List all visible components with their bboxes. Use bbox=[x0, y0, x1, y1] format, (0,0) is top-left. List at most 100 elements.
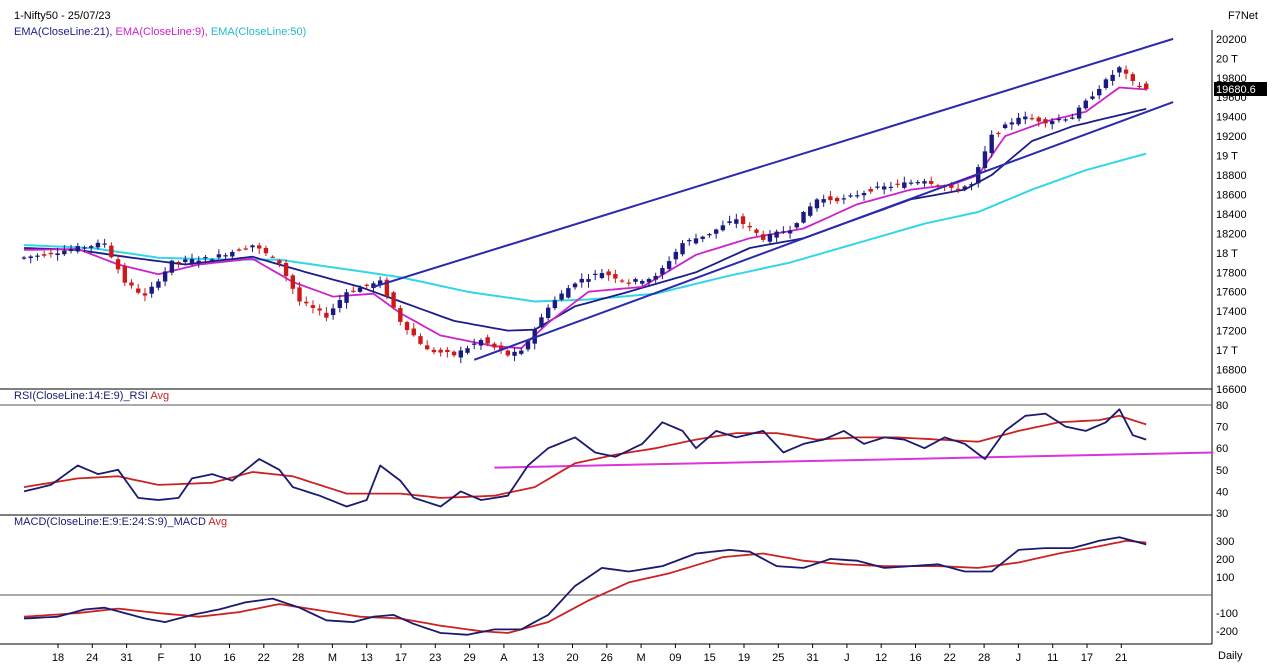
candle-78 bbox=[545, 304, 551, 321]
candle-3 bbox=[41, 250, 47, 258]
candle-16 bbox=[129, 279, 134, 289]
x-tick-21: 25 bbox=[772, 652, 784, 664]
stock-chart[interactable]: 2020020 T1980019600194001920019 T1880018… bbox=[0, 0, 1275, 672]
candle-121 bbox=[834, 196, 840, 204]
candle-58 bbox=[411, 323, 416, 337]
candle-67 bbox=[472, 338, 477, 350]
rsi-y-tick-1: 70 bbox=[1216, 422, 1228, 434]
candle-102 bbox=[707, 232, 712, 238]
candle-body bbox=[21, 257, 27, 259]
candle-body bbox=[572, 283, 578, 288]
price-y-tick-6: 19 T bbox=[1216, 151, 1238, 163]
candle-107 bbox=[740, 213, 746, 229]
candle-8 bbox=[75, 242, 80, 254]
candle-126 bbox=[868, 186, 873, 195]
candle-109 bbox=[754, 228, 759, 237]
candle-body bbox=[1023, 116, 1028, 120]
candle-body bbox=[969, 184, 974, 186]
candle-80 bbox=[559, 290, 564, 302]
candle-162 bbox=[1110, 69, 1115, 86]
candle-body bbox=[1144, 83, 1149, 90]
candle-122 bbox=[841, 194, 847, 205]
candle-0 bbox=[21, 255, 27, 260]
x-tick-27: 28 bbox=[978, 652, 990, 664]
candle-body bbox=[156, 281, 161, 288]
candle-125 bbox=[861, 190, 867, 201]
candle-body bbox=[848, 195, 853, 197]
candle-body bbox=[41, 254, 47, 256]
candle-body bbox=[552, 300, 558, 309]
candle-body bbox=[404, 322, 410, 331]
candle-82 bbox=[572, 282, 578, 290]
candle-body bbox=[425, 345, 430, 350]
candle-body bbox=[935, 185, 941, 187]
candle-106 bbox=[734, 213, 739, 229]
candle-45 bbox=[324, 307, 329, 322]
candle-56 bbox=[398, 305, 403, 326]
candle-body bbox=[223, 255, 228, 257]
candle-body bbox=[95, 242, 101, 248]
macd-line bbox=[23, 536, 1147, 636]
candle-body bbox=[727, 221, 732, 223]
x-tick-12: 29 bbox=[463, 652, 475, 664]
x-tick-0: 18 bbox=[52, 652, 64, 664]
candle-133 bbox=[915, 179, 920, 186]
candle-110 bbox=[761, 230, 766, 242]
candle-112 bbox=[774, 229, 779, 243]
candle-body bbox=[626, 282, 631, 284]
candle-94 bbox=[653, 272, 658, 284]
x-tick-29: 11 bbox=[1047, 652, 1058, 664]
candle-body bbox=[1029, 118, 1035, 120]
candle-165 bbox=[1130, 72, 1135, 86]
price-y-tick-18: 16600 bbox=[1216, 384, 1247, 396]
candle-103 bbox=[713, 228, 719, 239]
candle-body bbox=[747, 225, 752, 228]
macd-y-tick-5: -200 bbox=[1216, 626, 1238, 638]
ema-legend: EMA(CloseLine:21), EMA(CloseLine:9), EMA… bbox=[14, 26, 306, 38]
candle-62 bbox=[438, 347, 443, 357]
x-tick-23: J bbox=[844, 652, 850, 664]
candle-1 bbox=[28, 255, 33, 264]
candle-body bbox=[297, 287, 302, 302]
candle-body bbox=[955, 188, 961, 190]
candle-body bbox=[398, 308, 403, 322]
candle-117 bbox=[808, 202, 813, 218]
candle-body bbox=[505, 350, 511, 356]
candle-body bbox=[660, 267, 665, 275]
price-y-tick-13: 17600 bbox=[1216, 287, 1247, 299]
x-tick-15: 20 bbox=[566, 652, 578, 664]
candle-4 bbox=[48, 249, 54, 258]
macd-y-tick-4: -100 bbox=[1216, 608, 1238, 620]
candle-118 bbox=[814, 198, 820, 212]
ema21-legend: EMA(CloseLine:21), bbox=[14, 26, 113, 38]
macd-legend: MACD(CloseLine:E:9:E:24:S:9)_MACD Avg bbox=[14, 516, 227, 528]
candle-body bbox=[1083, 100, 1088, 109]
candle-body bbox=[1076, 107, 1082, 119]
x-tick-8: M bbox=[328, 652, 337, 664]
x-tick-13: A bbox=[500, 652, 508, 664]
candle-161 bbox=[1103, 77, 1109, 90]
candle-body bbox=[478, 340, 484, 346]
rsi-y-tick-4: 40 bbox=[1216, 486, 1228, 498]
candle-49 bbox=[351, 286, 356, 293]
candle-body bbox=[277, 260, 282, 264]
rsi-y-tick-3: 50 bbox=[1216, 465, 1228, 477]
candle-131 bbox=[902, 176, 907, 190]
candle-91 bbox=[633, 277, 638, 285]
candle-155 bbox=[1063, 117, 1068, 123]
candle-body bbox=[1036, 117, 1041, 122]
candle-body bbox=[754, 229, 759, 233]
candle-29 bbox=[216, 249, 222, 260]
candle-14 bbox=[115, 254, 121, 274]
x-tick-28: J bbox=[1016, 652, 1022, 664]
candle-15 bbox=[122, 262, 127, 287]
candle-body bbox=[1049, 121, 1055, 125]
x-tick-17: M bbox=[637, 652, 646, 664]
candle-body bbox=[599, 273, 605, 278]
candle-body bbox=[713, 229, 719, 234]
candle-36 bbox=[263, 245, 269, 256]
price-y-tick-4: 19400 bbox=[1216, 112, 1247, 124]
candle-115 bbox=[794, 222, 799, 230]
candle-body bbox=[1016, 117, 1021, 125]
candle-body bbox=[700, 236, 705, 239]
